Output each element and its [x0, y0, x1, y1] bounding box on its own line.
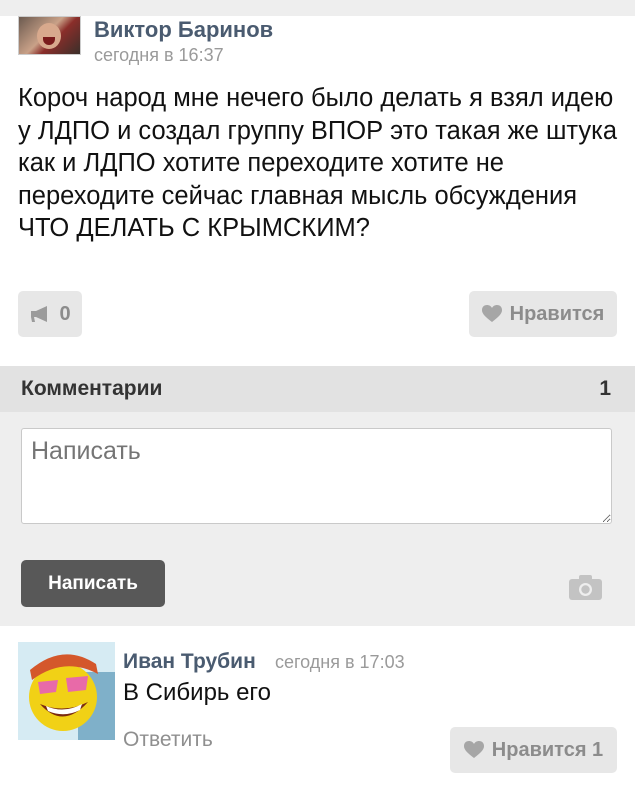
heart-icon	[463, 741, 484, 758]
submit-comment-button[interactable]: Написать	[21, 560, 165, 607]
reply-link[interactable]: Ответить	[123, 728, 213, 752]
megaphone-icon	[31, 306, 48, 322]
comment-text: В Сибирь его	[123, 679, 272, 706]
share-button[interactable]: 0	[18, 291, 82, 337]
comments-header: Комментарии 1	[0, 366, 635, 412]
comments-count: 1	[599, 377, 611, 400]
comment-timestamp: сегодня в 17:03	[275, 652, 405, 672]
commenter-avatar[interactable]	[18, 642, 115, 740]
avatar-face	[37, 23, 61, 49]
commenter-name[interactable]: Иван Трубин	[123, 650, 256, 674]
post-author-name[interactable]: Виктор Баринов	[94, 17, 273, 43]
camera-icon[interactable]	[569, 574, 602, 600]
comments-title: Комментарии	[21, 377, 163, 400]
like-button[interactable]: Нравится	[469, 291, 617, 337]
comment-like-label: Нравится 1	[491, 738, 604, 761]
post-text: Короч народ мне нечего было делать я взя…	[18, 84, 618, 242]
share-count: 0	[59, 302, 71, 325]
author-avatar[interactable]	[18, 16, 81, 55]
like-label: Нравится	[509, 302, 605, 325]
comment-like-button[interactable]: Нравится 1	[450, 727, 617, 773]
heart-icon	[481, 305, 502, 322]
comments-section: Комментарии 1 Написать	[0, 366, 635, 626]
post-timestamp: сегодня в 16:37	[94, 45, 224, 65]
comment-input[interactable]	[21, 428, 612, 524]
top-strip	[0, 0, 635, 16]
commenter-avatar-image	[18, 642, 115, 740]
